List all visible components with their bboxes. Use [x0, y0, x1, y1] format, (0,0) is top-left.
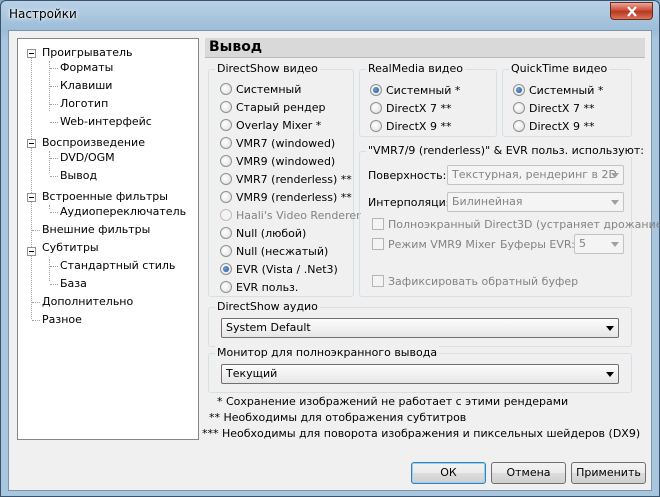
- audio-renderer-select[interactable]: System Default: [221, 318, 619, 338]
- fullscreen-monitor-label: Монитор для полноэкранного вывода: [215, 346, 440, 359]
- radio-icon: [220, 227, 232, 239]
- qt-option-system[interactable]: Системный *: [513, 83, 603, 98]
- close-icon: [627, 6, 637, 17]
- note-2: ** Необходимы для отображения субтитров: [209, 411, 467, 424]
- rm-option-system[interactable]: Системный *: [370, 83, 460, 98]
- dropdown-arrow-icon: [611, 200, 619, 205]
- dropdown-arrow-icon: [611, 242, 619, 247]
- radio-icon: [220, 83, 232, 95]
- fullscreen-monitor-select[interactable]: Текущий: [221, 364, 619, 384]
- tree-item-web-interface[interactable]: Web-интерфейс: [60, 114, 152, 130]
- vmr-evr-settings-label: "VMR7/9 (renderless)" & EVR польз. испол…: [366, 144, 646, 157]
- title-bar[interactable]: Настройки: [1, 1, 659, 29]
- qt-option-dx7[interactable]: DirectX 7 **: [513, 101, 594, 116]
- vmr9-mixer-checkbox[interactable]: Режим VMR9 Mixer: [372, 238, 495, 251]
- tree-item-keys[interactable]: Клавиши: [60, 78, 112, 94]
- qt-option-dx9[interactable]: DirectX 9 **: [513, 119, 594, 134]
- tree-item-subtitles[interactable]: Субтитры: [42, 240, 99, 256]
- lock-backbuffer-checkbox[interactable]: Зафиксировать обратный буфер: [372, 275, 578, 288]
- radio-checked-icon: [220, 263, 232, 275]
- settings-window: Настройки Проигрыватель Форматы Клавиши …: [0, 0, 660, 497]
- directshow-audio-group: DirectShow аудио System Default: [208, 300, 632, 347]
- fullscreen-d3d-checkbox[interactable]: Полноэкранный Direct3D (устраняет дрожан…: [372, 218, 660, 231]
- fullscreen-monitor-group: Монитор для полноэкранного вывода Текущи…: [208, 346, 632, 393]
- dropdown-arrow-icon: [606, 326, 614, 331]
- rm-option-dx7[interactable]: DirectX 7 **: [370, 101, 451, 116]
- radio-icon: [220, 209, 232, 221]
- realmedia-video-group: RealMedia видео Системный * DirectX 7 **…: [359, 62, 497, 137]
- apply-button[interactable]: Применить: [571, 462, 646, 484]
- radio-icon: [370, 120, 382, 132]
- window-title: Настройки: [9, 7, 77, 21]
- interpolation-select[interactable]: Билинейная: [447, 192, 624, 212]
- tree-item-misc[interactable]: Разное: [42, 312, 82, 328]
- vmr-evr-settings-group: "VMR7/9 (renderless)" & EVR польз. испол…: [359, 144, 660, 297]
- interpolation-label: Интерполяция:: [368, 196, 457, 209]
- tree-item-formats[interactable]: Форматы: [60, 60, 113, 76]
- page-header: Вывод: [205, 38, 645, 58]
- ds-option-vmr9-windowed[interactable]: VMR9 (windowed): [220, 154, 335, 169]
- tree-item-output[interactable]: Вывод: [60, 168, 97, 184]
- ds-option-null-any[interactable]: Null (любой): [220, 226, 306, 241]
- ds-option-vmr7-windowed[interactable]: VMR7 (windowed): [220, 136, 335, 151]
- radio-icon: [370, 102, 382, 114]
- ds-option-old-renderer[interactable]: Старый рендер: [220, 100, 325, 115]
- tree-item-logo[interactable]: Логотип: [60, 96, 108, 112]
- tree-item-database[interactable]: База: [60, 276, 87, 292]
- directshow-audio-label: DirectShow аудио: [215, 300, 320, 313]
- dialog-client: Проигрыватель Форматы Клавиши Логотип We…: [8, 30, 660, 491]
- ds-option-vmr7-renderless[interactable]: VMR7 (renderless) **: [220, 172, 352, 187]
- radio-icon: [220, 245, 232, 257]
- radio-checked-icon: [513, 84, 525, 96]
- radio-icon: [513, 102, 525, 114]
- note-3: *** Необходимы для поворота изображения …: [202, 427, 641, 440]
- ds-option-evr-custom[interactable]: EVR польз.: [220, 280, 298, 295]
- ds-option-evr[interactable]: EVR (Vista / .Net3): [220, 262, 338, 277]
- tree-item-audio-switcher[interactable]: Аудиопереключатель: [60, 204, 186, 220]
- note-1: * Сохранение изображений не работает с э…: [217, 395, 569, 408]
- ds-option-haali[interactable]: Haali's Video Renderer: [220, 208, 361, 223]
- checkbox-icon: [372, 275, 384, 287]
- dropdown-arrow-icon: [606, 372, 614, 377]
- ds-option-vmr9-renderless[interactable]: VMR9 (renderless) **: [220, 190, 352, 205]
- radio-icon: [220, 101, 232, 113]
- quicktime-video-label: QuickTime видео: [509, 62, 610, 75]
- ok-button[interactable]: ОК: [411, 462, 486, 484]
- surface-label: Поверхность:: [368, 169, 447, 182]
- directshow-video-label: DirectShow видео: [215, 62, 320, 75]
- ds-option-null-uncompressed[interactable]: Null (несжатый): [220, 244, 328, 259]
- ds-option-system[interactable]: Системный: [220, 82, 301, 97]
- tree-item-dvd-ogm[interactable]: DVD/OGM: [60, 150, 115, 166]
- radio-icon: [513, 120, 525, 132]
- surface-select[interactable]: Текстурная, рендеринг в 2D: [447, 165, 624, 185]
- realmedia-video-label: RealMedia видео: [366, 62, 465, 75]
- close-button[interactable]: [610, 2, 653, 20]
- tree-item-player[interactable]: Проигрыватель: [42, 45, 133, 61]
- radio-icon: [220, 155, 232, 167]
- rm-option-dx9[interactable]: DirectX 9 **: [370, 119, 451, 134]
- quicktime-video-group: QuickTime видео Системный * DirectX 7 **…: [502, 62, 632, 137]
- dropdown-arrow-icon: [611, 173, 619, 178]
- evr-buffers-label: Буферы EVR:: [500, 238, 575, 251]
- settings-tree: Проигрыватель Форматы Клавиши Логотип We…: [17, 38, 199, 440]
- tree-item-default-style[interactable]: Стандартный стиль: [60, 258, 175, 274]
- directshow-video-group: DirectShow видео Системный Старый рендер…: [208, 62, 361, 297]
- checkbox-icon: [372, 238, 384, 250]
- radio-icon: [220, 191, 232, 203]
- radio-icon: [220, 119, 232, 131]
- tree-item-external-filters[interactable]: Внешние фильтры: [42, 222, 150, 238]
- cancel-button[interactable]: Отмена: [491, 462, 566, 484]
- radio-icon: [220, 173, 232, 185]
- radio-icon: [220, 281, 232, 293]
- tree-item-internal-filters[interactable]: Встроенные фильтры: [42, 189, 168, 205]
- page-title: Вывод: [209, 39, 263, 55]
- evr-buffers-select[interactable]: 5: [574, 234, 624, 254]
- tree-item-playback[interactable]: Воспроизведение: [42, 135, 145, 151]
- radio-icon: [220, 137, 232, 149]
- tree-item-advanced[interactable]: Дополнительно: [42, 294, 133, 310]
- ds-option-overlay-mixer[interactable]: Overlay Mixer *: [220, 118, 321, 133]
- checkbox-icon: [372, 218, 384, 230]
- radio-checked-icon: [370, 84, 382, 96]
